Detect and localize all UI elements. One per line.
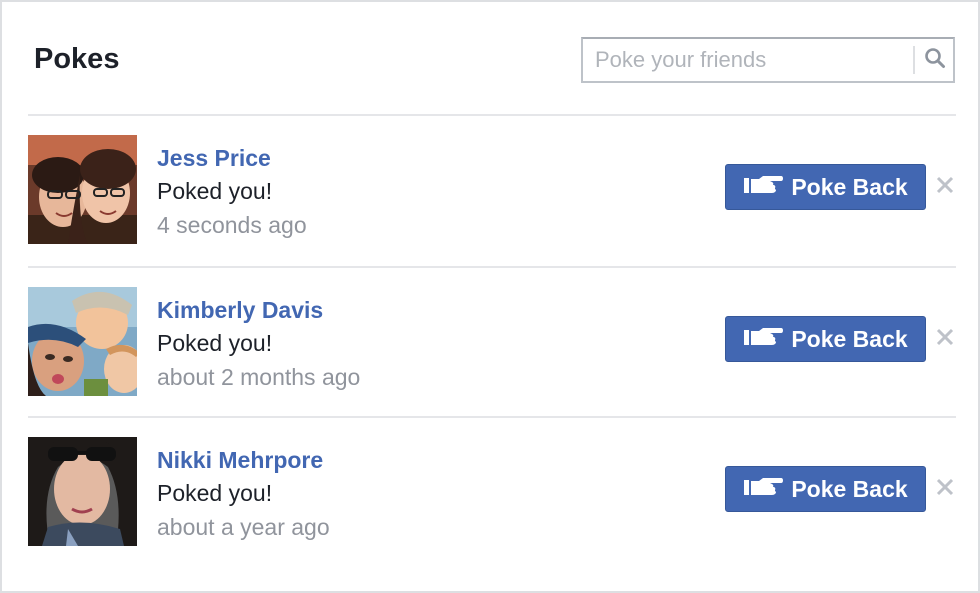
poke-row: Kimberly Davis Poked you! about 2 months… — [28, 287, 956, 397]
friend-name-link[interactable]: Nikki Mehrpore — [157, 445, 323, 475]
poke-back-label: Poke Back — [791, 173, 908, 200]
divider — [28, 114, 956, 116]
close-icon — [936, 478, 954, 501]
dismiss-button[interactable] — [932, 476, 958, 502]
search-input[interactable] — [583, 39, 911, 81]
poke-hand-icon — [743, 326, 784, 353]
divider — [28, 416, 956, 418]
poke-back-button[interactable]: Poke Back — [725, 164, 926, 210]
poke-back-label: Poke Back — [791, 475, 908, 502]
poke-back-button[interactable]: Poke Back — [725, 466, 926, 512]
poke-timestamp: about 2 months ago — [157, 364, 361, 390]
close-icon — [936, 176, 954, 199]
search-icon — [924, 47, 946, 74]
poke-row: Nikki Mehrpore Poked you! about a year a… — [28, 437, 956, 547]
friend-name-link[interactable]: Kimberly Davis — [157, 295, 323, 325]
avatar[interactable] — [28, 437, 137, 546]
poke-status: Poked you! — [157, 480, 273, 506]
poke-timestamp: about a year ago — [157, 514, 330, 540]
poke-row: Jess Price Poked you! 4 seconds ago Poke… — [28, 135, 956, 245]
close-icon — [936, 328, 954, 351]
search-button[interactable] — [917, 39, 953, 81]
search-divider — [913, 46, 915, 74]
poke-timestamp: 4 seconds ago — [157, 212, 307, 238]
dismiss-button[interactable] — [932, 326, 958, 352]
divider — [28, 266, 956, 268]
poke-hand-icon — [743, 174, 784, 201]
avatar[interactable] — [28, 287, 137, 396]
page-title: Pokes — [34, 43, 120, 75]
poke-status: Poked you! — [157, 330, 273, 356]
poke-hand-icon — [743, 476, 784, 503]
poke-back-label: Poke Back — [791, 325, 908, 352]
poke-back-button[interactable]: Poke Back — [725, 316, 926, 362]
poke-status: Poked you! — [157, 178, 273, 204]
dismiss-button[interactable] — [932, 174, 958, 200]
pokes-panel: Pokes Poke your friends Jess Price Poked… — [0, 0, 980, 593]
search-box — [581, 37, 955, 83]
avatar[interactable] — [28, 135, 137, 244]
friend-name-link[interactable]: Jess Price — [157, 143, 271, 173]
